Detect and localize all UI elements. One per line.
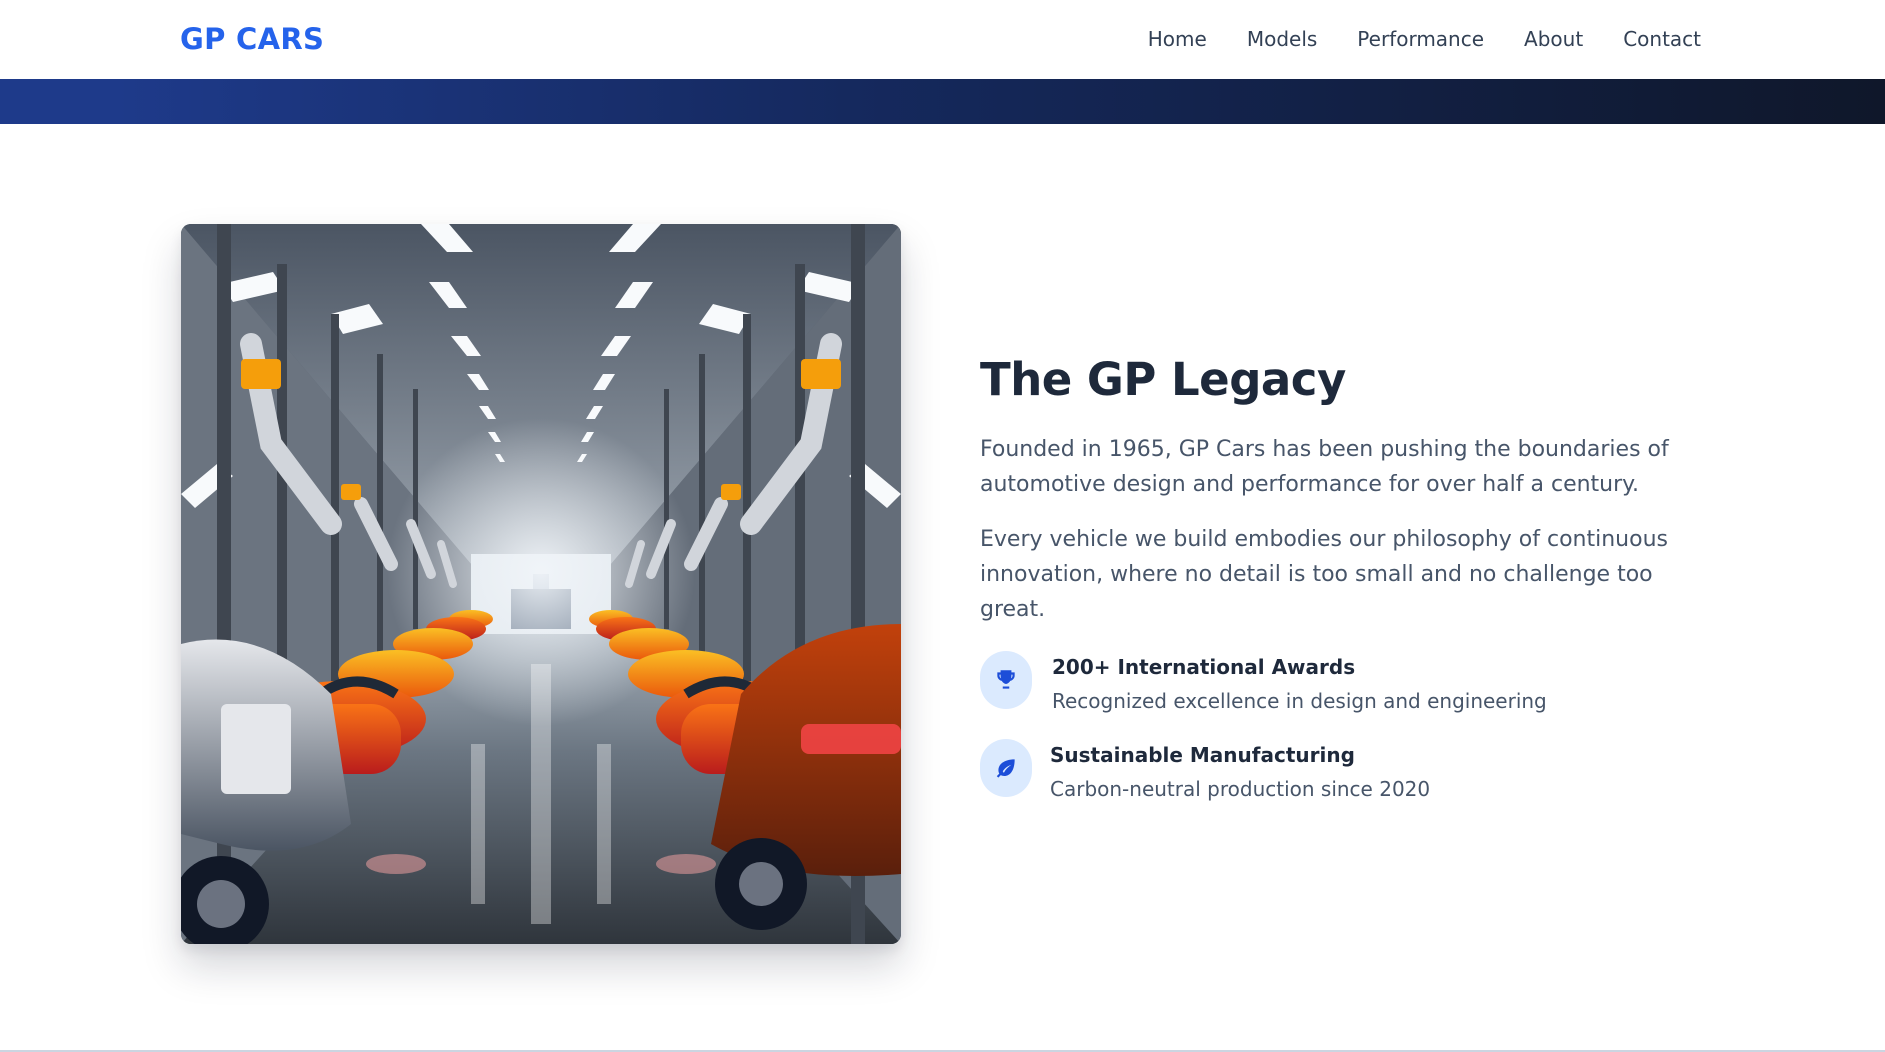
logo[interactable]: GP CARS [180,20,324,58]
nav-link-models[interactable]: Models [1247,24,1317,54]
feature-description: Carbon-neutral production since 2020 [1050,777,1431,801]
legacy-section: The GP Legacy Founded in 1965, GP Cars h… [980,350,1700,827]
feature-description: Recognized excellence in design and engi… [1052,689,1547,713]
feature-title: Sustainable Manufacturing [1050,743,1355,767]
feature-list: 200+ International Awards Recognized exc… [980,651,1700,803]
section-title: The GP Legacy [980,353,1346,406]
main-nav: Home Models Performance About Contact [1148,24,1701,54]
nav-item-home: Home [1148,24,1207,54]
trophy-icon [980,651,1032,709]
nav-item-contact: Contact [1623,24,1701,54]
nav-item-about: About [1524,24,1583,54]
nav-item-models: Models [1247,24,1317,54]
hero-gradient-band [0,79,1885,124]
feature-title: 200+ International Awards [1052,655,1356,679]
nav-link-about[interactable]: About [1524,24,1583,54]
leaf-icon [980,739,1032,797]
nav-item-performance: Performance [1357,24,1484,54]
site-header: GP CARS Home Models Performance About Co… [0,0,1885,79]
nav-link-performance[interactable]: Performance [1357,24,1484,54]
nav-link-home[interactable]: Home [1148,24,1207,54]
factory-image [181,224,901,944]
factory-assembly-line-illustration [181,224,901,944]
feature-text-sustainable: Sustainable Manufacturing Carbon-neutral… [1050,739,1430,803]
feature-text-awards: 200+ International Awards Recognized exc… [1052,651,1547,715]
philosophy-paragraph: Every vehicle we build embodies our phil… [980,527,1668,622]
feature-item-sustainable: Sustainable Manufacturing Carbon-neutral… [980,739,1700,803]
feature-item-awards: 200+ International Awards Recognized exc… [980,651,1700,715]
nav-link-contact[interactable]: Contact [1623,24,1701,54]
intro-paragraph: Founded in 1965, GP Cars has been pushin… [980,437,1669,497]
